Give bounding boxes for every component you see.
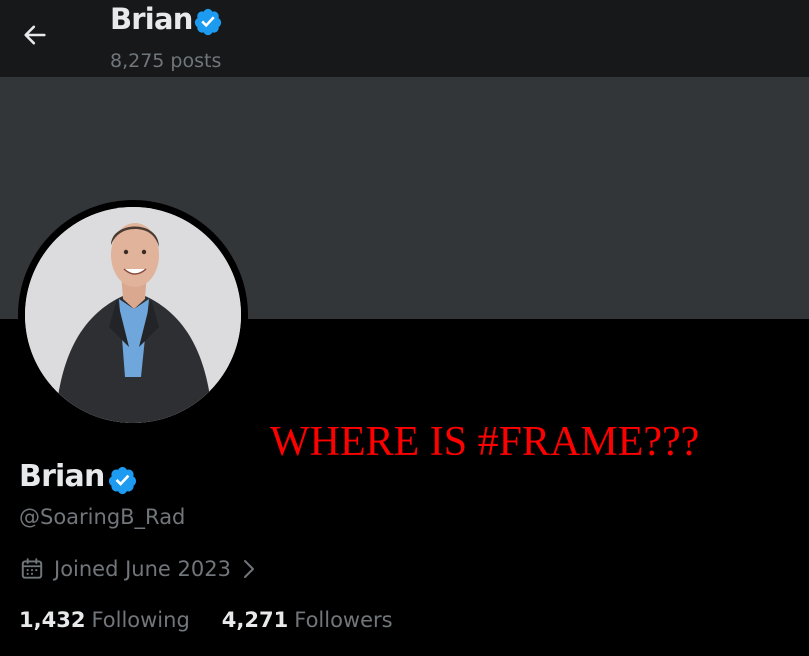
avatar[interactable]	[25, 207, 241, 423]
red-annotation-text: WHERE IS #FRAME???	[270, 419, 700, 465]
verified-badge-icon[interactable]	[107, 465, 138, 496]
chevron-right-icon	[243, 560, 254, 578]
header-display-name: Brian	[110, 2, 193, 36]
joined-date-row[interactable]: Joined June 2023	[19, 553, 259, 585]
following-count: 1,432	[19, 608, 86, 632]
followers-label: Followers	[294, 608, 393, 632]
arrow-left-icon	[24, 25, 46, 45]
header-post-count: 8,275 posts	[110, 50, 222, 72]
following-link[interactable]: 1,432 Following	[19, 608, 190, 632]
profile-display-name: Brian	[19, 459, 105, 494]
profile-header-bar: Brian 8,275 posts	[0, 0, 809, 77]
followers-link[interactable]: 4,271 Followers	[222, 608, 393, 632]
followers-count: 4,271	[221, 608, 289, 632]
calendar-icon	[21, 558, 43, 579]
avatar-photo	[25, 207, 241, 423]
verified-badge-icon	[194, 8, 222, 36]
profile-handle: @SoaringB_Rad	[19, 505, 186, 529]
follow-stats: 1,432 Following 4,271 Followers	[19, 608, 425, 632]
following-label: Following	[91, 608, 190, 632]
back-button[interactable]	[14, 14, 56, 56]
joined-date-label: Joined June 2023	[54, 557, 231, 581]
